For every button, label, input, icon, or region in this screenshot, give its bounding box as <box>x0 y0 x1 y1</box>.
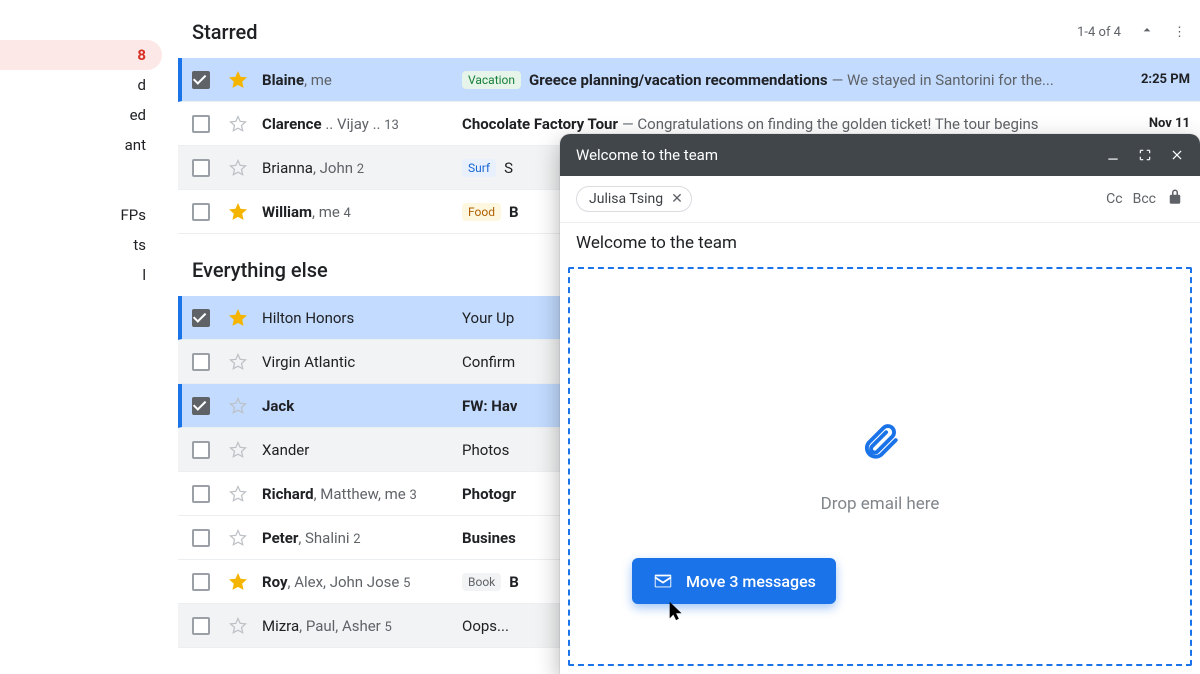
snippet: — We stayed in Santorini for the... <box>832 71 1054 89</box>
bcc-button[interactable]: Bcc <box>1133 191 1156 207</box>
time: 2:25 PM <box>1120 72 1190 87</box>
lock-icon[interactable] <box>1166 188 1184 210</box>
subject-area: Vacation Greece planning/vacation recomm… <box>462 71 1120 89</box>
cc-button[interactable]: Cc <box>1106 191 1122 207</box>
compose-title: Welcome to the team <box>576 146 1106 164</box>
checkbox[interactable] <box>192 71 210 89</box>
sender: Clarence .. Vijay .. 13 <box>262 115 462 133</box>
checkbox[interactable] <box>192 573 210 591</box>
sidebar-item-3[interactable]: ant <box>0 130 162 160</box>
pagination-text: 1-4 of 4 <box>1077 25 1121 40</box>
sender: William, me 4 <box>262 203 462 221</box>
star-icon[interactable] <box>228 202 248 222</box>
subject: Photos <box>462 441 509 459</box>
recipient-name: Julisa Tsing <box>589 191 663 207</box>
star-icon[interactable] <box>228 440 248 460</box>
sidebar: 8 d ed ant FPs ts l <box>0 0 170 674</box>
sidebar-item-inbox[interactable]: 8 <box>0 40 162 70</box>
checkbox[interactable] <box>192 441 210 459</box>
sender: Hilton Honors <box>262 309 462 327</box>
fullscreen-icon[interactable] <box>1138 148 1152 162</box>
compose-window: Welcome to the team Julisa Tsing ✕ Cc Bc… <box>560 134 1200 674</box>
subject: FW: Hav <box>462 397 517 415</box>
subject: Greece planning/vacation recommendations <box>529 71 828 89</box>
sidebar-item-7[interactable]: l <box>0 260 162 290</box>
chevron-up-icon[interactable] <box>1139 22 1155 42</box>
more-icon[interactable]: ⋮ <box>1173 25 1188 40</box>
snippet: — Congratulations on finding the golden … <box>622 115 1039 133</box>
star-icon[interactable] <box>228 528 248 548</box>
checkbox[interactable] <box>192 617 210 635</box>
drag-label: Move 3 messages <box>686 572 816 591</box>
checkbox[interactable] <box>192 529 210 547</box>
subject: B <box>509 573 519 591</box>
compose-header[interactable]: Welcome to the team <box>560 134 1200 176</box>
compose-subject[interactable]: Welcome to the team <box>560 223 1200 267</box>
sender: Peter, Shalini 2 <box>262 529 462 547</box>
sender: Xander <box>262 441 462 459</box>
star-icon[interactable] <box>228 308 248 328</box>
star-icon[interactable] <box>228 70 248 90</box>
label-chip[interactable]: Surf <box>462 159 496 177</box>
subject: B <box>509 203 519 221</box>
subject-area: Chocolate Factory Tour — Congratulations… <box>462 115 1120 133</box>
sidebar-item-6[interactable]: ts <box>0 230 162 260</box>
email-row[interactable]: Blaine, me Vacation Greece planning/vaca… <box>178 58 1200 102</box>
time: Nov 11 <box>1120 116 1190 131</box>
subject: Chocolate Factory Tour <box>462 115 618 133</box>
label-chip[interactable]: Food <box>462 203 501 221</box>
star-icon[interactable] <box>228 114 248 134</box>
subject: Your Up <box>462 309 514 327</box>
sender: Mizra, Paul, Asher 5 <box>262 617 462 635</box>
sender: Richard, Matthew, me 3 <box>262 485 462 503</box>
paperclip-icon <box>859 420 901 466</box>
label-chip[interactable]: Vacation <box>462 71 521 89</box>
sender: Roy, Alex, John Jose 5 <box>262 573 462 591</box>
subject: Busines <box>462 529 516 547</box>
star-icon[interactable] <box>228 396 248 416</box>
subject: Oops... <box>462 617 509 635</box>
checkbox[interactable] <box>192 203 210 221</box>
sender: Virgin Atlantic <box>262 353 462 371</box>
checkbox[interactable] <box>192 353 210 371</box>
checkbox[interactable] <box>192 485 210 503</box>
section-title-starred: Starred <box>192 20 258 44</box>
checkbox[interactable] <box>192 159 210 177</box>
compose-dropzone[interactable]: Drop email here Move 3 messages <box>568 267 1192 666</box>
envelope-icon <box>652 570 674 592</box>
checkbox[interactable] <box>192 115 210 133</box>
subject: Confirm <box>462 353 515 371</box>
drop-text: Drop email here <box>821 494 940 514</box>
star-icon[interactable] <box>228 158 248 178</box>
subject: Photogr <box>462 485 516 503</box>
star-icon[interactable] <box>228 572 248 592</box>
label-chip[interactable]: Book <box>462 573 501 591</box>
star-icon[interactable] <box>228 616 248 636</box>
subject: S <box>504 159 513 177</box>
cursor-icon <box>666 600 688 628</box>
star-icon[interactable] <box>228 484 248 504</box>
sidebar-item-1[interactable]: d <box>0 70 162 100</box>
recipient-chip[interactable]: Julisa Tsing ✕ <box>576 186 692 212</box>
minimize-icon[interactable] <box>1106 148 1120 162</box>
recipients-row[interactable]: Julisa Tsing ✕ Cc Bcc <box>560 176 1200 223</box>
sidebar-item-5[interactable]: FPs <box>0 200 162 230</box>
drag-indicator: Move 3 messages <box>632 558 836 604</box>
checkbox[interactable] <box>192 309 210 327</box>
sidebar-count: 8 <box>137 46 146 64</box>
sender: Jack <box>262 397 462 415</box>
sender: Brianna, John 2 <box>262 159 462 177</box>
sender: Blaine, me <box>262 71 462 89</box>
remove-recipient-icon[interactable]: ✕ <box>671 191 683 207</box>
sidebar-item-2[interactable]: ed <box>0 100 162 130</box>
star-icon[interactable] <box>228 352 248 372</box>
close-icon[interactable] <box>1170 148 1184 162</box>
checkbox[interactable] <box>192 397 210 415</box>
